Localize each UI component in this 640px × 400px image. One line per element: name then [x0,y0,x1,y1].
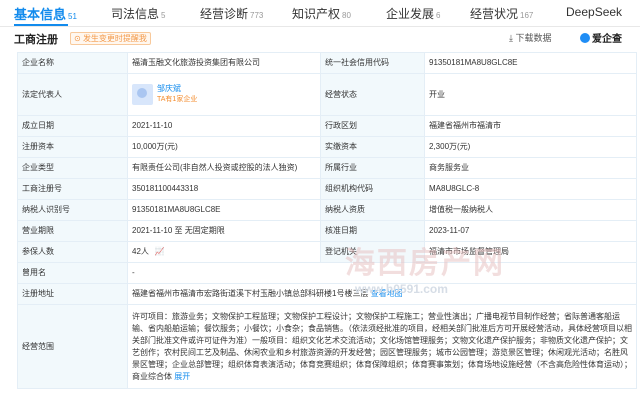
label-industry: 所属行业 [320,157,425,179]
label-scope: 经营范围 [17,304,128,389]
deepseek-button[interactable]: DeepSeek [566,5,622,19]
table-row: 工商注册号 350181100443318 组织机构代码 MA8U8GLC-8 [17,178,637,200]
label-address: 注册地址 [17,283,128,305]
registration-table: 企业名称 福清玉融文化旅游投资集团有限公司 统一社会信用代码 91350181M… [17,52,637,389]
value-term: 2021-11-10 至 无固定期限 [127,220,321,242]
label-reg-authority: 登记机关 [320,241,425,263]
change-alert-button[interactable]: ⊙ 发生变更时提醒我 [70,32,151,45]
value-industry: 商务服务业 [424,157,637,179]
download-icon: ⤓ [509,33,513,43]
logo-icon [580,33,590,43]
change-alert-label: 发生变更时提醒我 [82,34,147,43]
insured-count: 42人 [132,247,149,256]
address-text: 福建省福州市福清市宏路街道溪下村玉融小镇总部科研楼1号楼三层 [132,289,369,298]
value-scope: 许可项目：旅游业务；文物保护工程监理；文物保护工程设计；文物保护工程施工；营业性… [127,304,637,389]
legal-rep-companies-link[interactable]: TA有1家企业 [157,96,197,103]
table-row: 成立日期 2021-11-10 行政区划 福建省福州市福清市 [17,115,637,137]
section-title: 工商注册 [14,34,58,46]
table-row: 营业期限 2021-11-10 至 无固定期限 核准日期 2023-11-07 [17,220,637,242]
tab-label: 企业发展 [386,7,435,21]
tab-operation-status[interactable]: 经营状况 167 [470,5,533,22]
value-insured: 42人 📈 [127,241,321,263]
tab-count: 773 [250,11,264,20]
section-header: 工商注册 ⊙ 发生变更时提醒我 ⤓ 下载数据 爱企查 [0,28,640,48]
value-status: 开业 [424,73,637,116]
tab-count: 51 [68,12,77,21]
label-reg-capital: 注册资本 [17,136,128,158]
value-address: 福建省福州市福清市宏路街道溪下村玉融小镇总部科研楼1号楼三层 查看地图 [127,283,637,305]
label-former-name: 曾用名 [17,262,128,284]
table-row: 法定代表人 邹庆斌 TA有1家企业 经营状态 开业 [17,73,637,116]
table-row: 纳税人识别号 91350181MA8U8GLC8E 纳税人资质 增值税一般纳税人 [17,199,637,221]
download-label: 下载数据 [515,33,552,43]
download-button[interactable]: ⤓ 下载数据 [509,31,552,44]
value-paid-capital: 2,300万(元) [424,136,637,158]
logo-text: 爱企查 [592,34,622,45]
view-map-link[interactable]: 查看地图 [371,289,403,298]
label-founded: 成立日期 [17,115,128,137]
label-legal-rep: 法定代表人 [17,73,128,116]
top-tab-bar: 基本信息 51 司法信息 5 经营诊断 773 知识产权 80 企业发展 6 经营状况 16… [0,0,640,27]
tab-count: 6 [436,11,441,20]
tab-label: 经营状况 [470,7,519,21]
value-company-type: 有限责任公司(非自然人投资或控股的法人独资) [127,157,321,179]
value-org-code: MA8U8GLC-8 [424,178,637,200]
tab-basic-info[interactable]: 基本信息 51 [14,4,77,23]
label-insured: 参保人数 [17,241,128,263]
label-term: 营业期限 [17,220,128,242]
tab-label: 经营诊断 [200,7,249,21]
value-credit-code: 91350181MA8U8GLC8E [424,52,637,74]
value-company-name: 福清玉融文化旅游投资集团有限公司 [127,52,321,74]
table-row: 参保人数 42人 📈 登记机关 福清市市场监督管理局 [17,241,637,263]
tab-business-diagnosis[interactable]: 经营诊断 773 [200,5,263,22]
tab-count: 167 [520,11,534,20]
label-approval-date: 核准日期 [320,220,425,242]
avatar [132,84,153,105]
table-row: 曾用名 - [17,262,637,284]
table-row: 企业类型 有限责任公司(非自然人投资或控股的法人独资) 所属行业 商务服务业 [17,157,637,179]
legal-rep-name-link[interactable]: 邹庆斌 [157,84,181,93]
label-status: 经营状态 [320,73,425,116]
tab-count: 80 [342,11,351,20]
value-reg-number: 350181100443318 [127,178,321,200]
table-row: 企业名称 福清玉融文化旅游投资集团有限公司 统一社会信用代码 91350181M… [17,52,637,74]
table-row: 经营范围 许可项目：旅游业务；文物保护工程监理；文物保护工程设计；文物保护工程施… [17,304,637,389]
value-approval-date: 2023-11-07 [424,220,637,242]
value-reg-authority: 福清市市场监督管理局 [424,241,637,263]
value-legal-rep: 邹庆斌 TA有1家企业 [127,73,321,116]
label-taxpayer-id: 纳税人识别号 [17,199,128,221]
value-founded: 2021-11-10 [127,115,321,137]
tab-development[interactable]: 企业发展 6 [386,5,440,22]
tab-judicial-info[interactable]: 司法信息 5 [111,5,165,22]
value-taxpayer-qual: 增值税一般纳税人 [424,199,637,221]
label-company-type: 企业类型 [17,157,128,179]
active-tab-underline [14,24,68,26]
trend-chart-icon[interactable]: 📈 [155,247,165,256]
scope-text: 许可项目：旅游业务；文物保护工程监理；文物保护工程设计；文物保护工程施工；营业性… [132,311,632,381]
value-former-name: - [127,262,637,284]
tab-ip[interactable]: 知识产权 80 [292,5,351,22]
tab-label: 基本信息 [14,7,67,22]
aiqicha-logo: 爱企查 [580,30,622,45]
expand-link[interactable]: 展开 [174,372,190,381]
label-paid-capital: 实缴资本 [320,136,425,158]
tab-label: 知识产权 [292,7,341,21]
tab-count: 5 [161,11,166,20]
label-company-name: 企业名称 [17,52,128,74]
label-org-code: 组织机构代码 [320,178,425,200]
value-taxpayer-id: 91350181MA8U8GLC8E [127,199,321,221]
value-region: 福建省福州市福清市 [424,115,637,137]
value-reg-capital: 10,000万(元) [127,136,321,158]
tab-label: 司法信息 [111,7,160,21]
label-credit-code: 统一社会信用代码 [320,52,425,74]
label-taxpayer-qual: 纳税人资质 [320,199,425,221]
table-row: 注册资本 10,000万(元) 实缴资本 2,300万(元) [17,136,637,158]
label-region: 行政区划 [320,115,425,137]
table-row: 注册地址 福建省福州市福清市宏路街道溪下村玉融小镇总部科研楼1号楼三层 查看地图 [17,283,637,305]
label-reg-number: 工商注册号 [17,178,128,200]
